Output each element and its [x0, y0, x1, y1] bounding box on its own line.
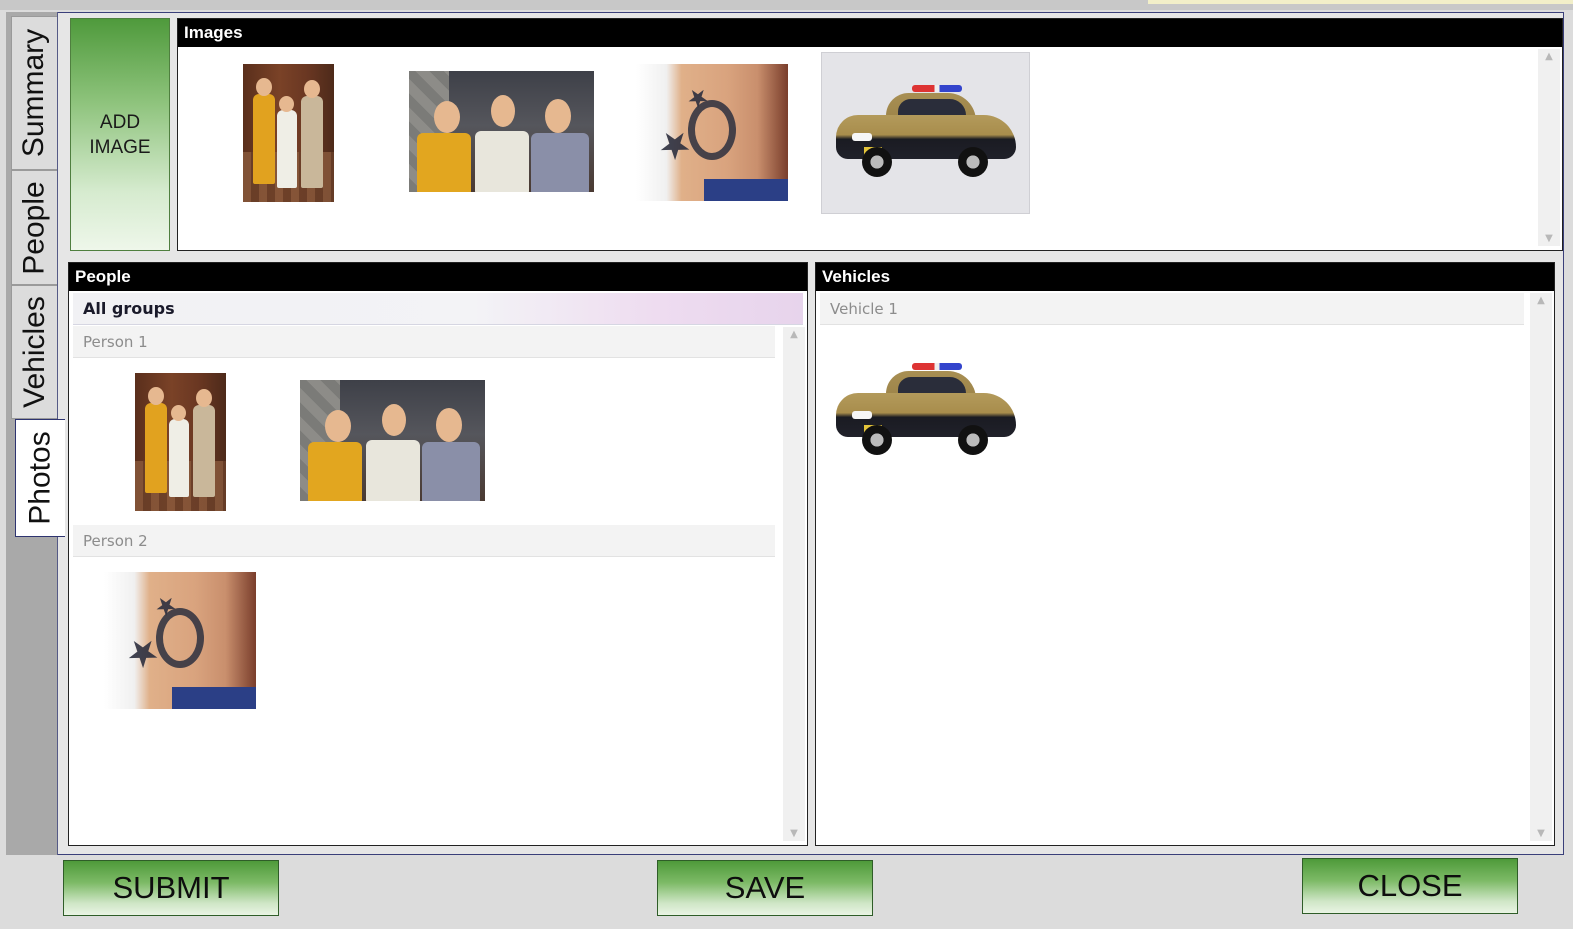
- tab-summary[interactable]: Summary: [11, 16, 57, 170]
- image-thumb-family-vertical[interactable]: [243, 64, 334, 202]
- image-thumb-police-car[interactable]: [821, 52, 1030, 214]
- tab-photos[interactable]: Photos: [15, 419, 65, 537]
- add-image-button[interactable]: ADD IMAGE: [70, 18, 170, 251]
- close-button-label: CLOSE: [1357, 868, 1463, 903]
- images-panel-title: Images: [178, 19, 1562, 47]
- submit-button[interactable]: SUBMIT: [63, 860, 279, 916]
- scroll-up-icon[interactable]: ▲: [1530, 295, 1552, 306]
- top-strip: [0, 0, 1573, 10]
- save-button[interactable]: SAVE: [657, 860, 873, 916]
- people-scrollbar[interactable]: ▲ ▼: [783, 327, 805, 841]
- scroll-down-icon[interactable]: ▼: [1530, 828, 1552, 839]
- images-panel: Images ▲ ▼: [177, 18, 1563, 251]
- vehicles-panel-title: Vehicles: [816, 263, 1554, 291]
- tab-people[interactable]: People: [11, 170, 57, 285]
- vehicles-scrollbar[interactable]: ▲ ▼: [1530, 293, 1552, 841]
- police-car-picture: [836, 85, 1016, 181]
- tab-people-label: People: [17, 180, 51, 275]
- add-image-label: ADD IMAGE: [89, 111, 151, 158]
- people-panel-title: People: [69, 263, 807, 291]
- scroll-up-icon[interactable]: ▲: [783, 329, 805, 340]
- top-highlight: [1148, 0, 1573, 4]
- group-header[interactable]: All groups: [73, 293, 803, 325]
- vehicle-1-image-police-car[interactable]: [834, 359, 1020, 463]
- images-scrollbar[interactable]: ▲ ▼: [1538, 49, 1560, 246]
- image-thumb-family-horizontal[interactable]: [409, 71, 594, 192]
- person-header[interactable]: Person 1: [73, 326, 775, 358]
- person-header[interactable]: Person 2: [73, 525, 775, 557]
- close-button[interactable]: CLOSE: [1302, 858, 1518, 914]
- image-thumb-neck-tattoo[interactable]: [636, 64, 788, 201]
- tab-photos-label: Photos: [23, 431, 57, 525]
- people-panel: People All groups Person 1 Person 2 ▲ ▼: [68, 262, 808, 846]
- tab-vehicles[interactable]: Vehicles: [11, 285, 57, 419]
- vehicle-header[interactable]: Vehicle 1: [820, 293, 1524, 325]
- save-button-label: SAVE: [724, 870, 806, 905]
- app-window: Summary People Vehicles Photos ADD IMAGE…: [0, 0, 1573, 929]
- submit-button-label: SUBMIT: [112, 870, 230, 905]
- tab-summary-label: Summary: [17, 28, 51, 158]
- person-1-image-family-vertical[interactable]: [135, 373, 226, 511]
- scroll-down-icon[interactable]: ▼: [783, 828, 805, 839]
- person-1-image-family-horizontal[interactable]: [300, 380, 485, 501]
- vertical-tab-strip: Summary People Vehicles Photos: [6, 12, 65, 855]
- scroll-up-icon[interactable]: ▲: [1538, 51, 1560, 62]
- tab-vehicles-label: Vehicles: [17, 296, 51, 408]
- police-car-picture: [836, 363, 1016, 459]
- person-2-image-neck-tattoo[interactable]: [104, 572, 256, 709]
- vehicles-panel: Vehicles Vehicle 1 ▲ ▼: [815, 262, 1555, 846]
- scroll-down-icon[interactable]: ▼: [1538, 233, 1560, 244]
